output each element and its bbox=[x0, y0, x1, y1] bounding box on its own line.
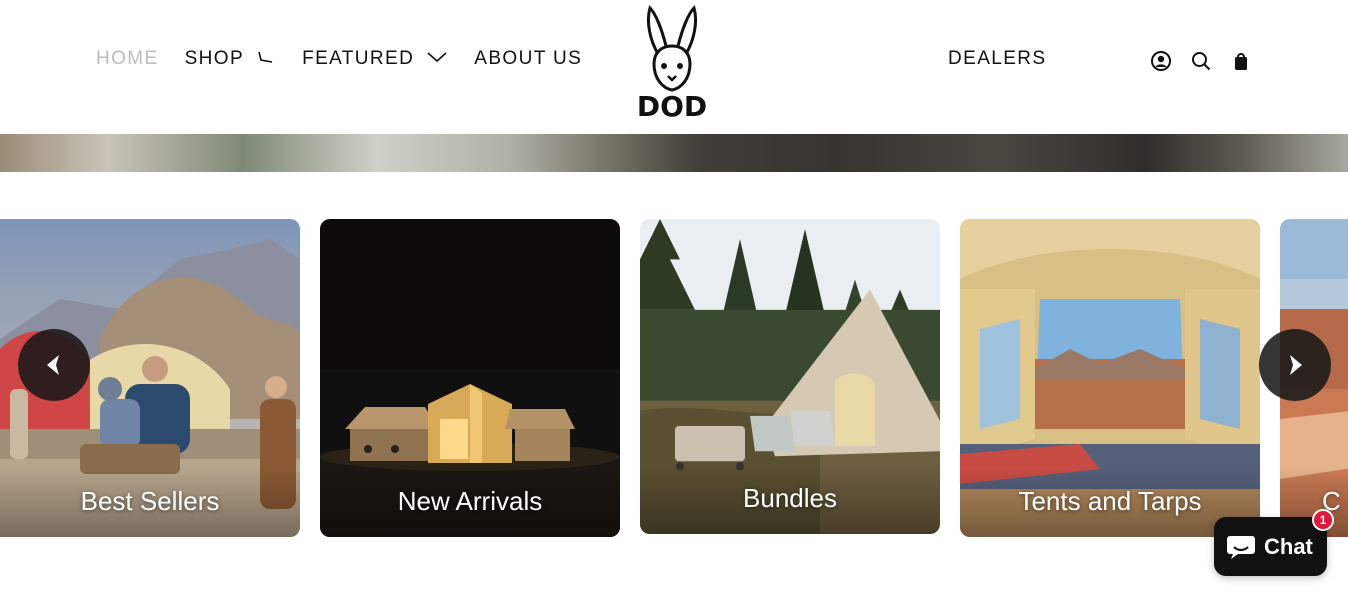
rabbit-logo-icon: DOD bbox=[637, 5, 707, 123]
card-label: Tents and Tarps bbox=[1018, 486, 1202, 516]
nav-featured-label: FEATURED bbox=[302, 48, 415, 69]
chevron-down-icon bbox=[256, 48, 276, 70]
nav-shop-label: SHOP bbox=[184, 48, 245, 69]
nav-home[interactable]: HOME bbox=[96, 48, 159, 70]
nav-featured[interactable]: FEATURED bbox=[302, 48, 448, 70]
search-icon[interactable] bbox=[1190, 50, 1212, 72]
carousel-next-button[interactable] bbox=[1259, 329, 1331, 401]
category-card-new-arrivals[interactable]: New Arrivals bbox=[320, 219, 620, 537]
category-card-bundles[interactable]: Bundles bbox=[640, 219, 940, 534]
carousel-prev-button[interactable] bbox=[18, 329, 90, 401]
chat-badge: 1 bbox=[1312, 509, 1334, 531]
nav-dealers[interactable]: DEALERS bbox=[948, 48, 1047, 70]
nav-about-label: ABOUT US bbox=[474, 48, 583, 69]
nav-about[interactable]: ABOUT US bbox=[474, 48, 582, 70]
chevron-down-icon bbox=[426, 48, 448, 70]
chevron-left-icon bbox=[47, 355, 59, 375]
chevron-right-icon bbox=[1290, 355, 1302, 375]
hero-banner bbox=[0, 134, 1348, 172]
chat-bubble-icon bbox=[1227, 535, 1255, 559]
category-carousel: Best Sellers New Arrivals Bundles Tents … bbox=[0, 219, 1348, 537]
account-icon[interactable] bbox=[1150, 50, 1172, 72]
site-header: HOME SHOP FEATURED ABOUT US DOD DEALERS bbox=[0, 0, 1348, 134]
nav-dealers-label: DEALERS bbox=[948, 48, 1047, 69]
logo-text: DOD bbox=[637, 90, 707, 122]
secondary-nav: DEALERS bbox=[948, 48, 1073, 70]
card-label: Bundles bbox=[743, 483, 837, 513]
nav-shop[interactable]: SHOP bbox=[185, 48, 276, 70]
dod-logo[interactable]: DOD bbox=[636, 4, 708, 123]
chat-button[interactable]: Chat 1 bbox=[1214, 509, 1334, 576]
card-label: Best Sellers bbox=[80, 486, 220, 516]
chat-label: Chat bbox=[1264, 533, 1313, 559]
category-card-tents-and-tarps[interactable]: Tents and Tarps bbox=[960, 219, 1260, 537]
main-nav: HOME SHOP FEATURED ABOUT US bbox=[96, 48, 608, 70]
nav-home-label: HOME bbox=[96, 48, 159, 69]
header-icons bbox=[1150, 50, 1270, 72]
card-label: New Arrivals bbox=[397, 486, 543, 516]
cart-icon[interactable] bbox=[1230, 50, 1252, 72]
